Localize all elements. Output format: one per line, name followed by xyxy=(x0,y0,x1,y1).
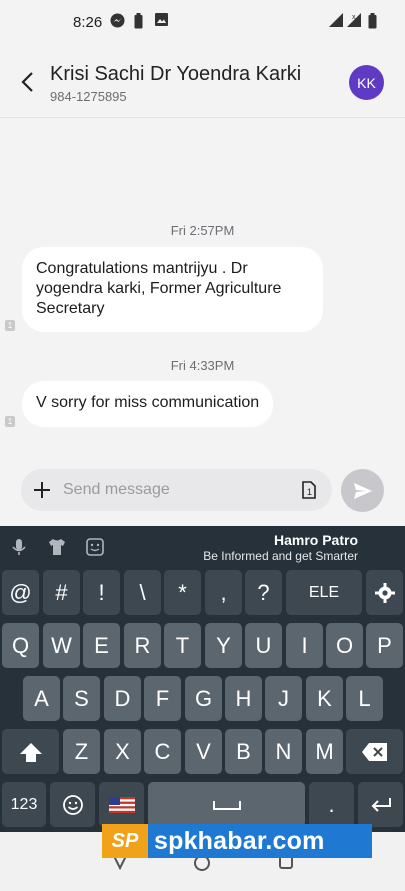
svg-text:1: 1 xyxy=(307,487,312,497)
svg-text:x: x xyxy=(352,14,356,21)
signal-icon xyxy=(329,13,343,27)
status-bar: 8:26 x xyxy=(0,0,405,44)
key-g[interactable]: G xyxy=(185,676,222,721)
space-bar-icon xyxy=(212,800,241,810)
key-r[interactable]: R xyxy=(124,623,161,668)
key-t[interactable]: T xyxy=(164,623,201,668)
sticker-icon[interactable] xyxy=(84,536,106,558)
send-button[interactable] xyxy=(341,469,384,512)
add-attachment-icon[interactable] xyxy=(31,479,53,501)
watermark-text: spkhabar.com xyxy=(154,826,325,855)
key-b[interactable]: B xyxy=(225,729,262,774)
language-key[interactable] xyxy=(99,782,144,827)
key-at[interactable]: @ xyxy=(2,570,39,615)
key-comma[interactable]: , xyxy=(205,570,242,615)
key-x[interactable]: X xyxy=(104,729,141,774)
us-flag-icon xyxy=(108,796,135,813)
key-j[interactable]: J xyxy=(265,676,302,721)
conversation-header: Krisi Sachi Dr Yoendra Karki 984-1275895… xyxy=(0,44,405,118)
compose-bar: 1 xyxy=(21,469,332,511)
key-c[interactable]: C xyxy=(144,729,181,774)
key-s[interactable]: S xyxy=(63,676,100,721)
key-l[interactable]: L xyxy=(346,676,383,721)
battery-saver-icon xyxy=(134,13,143,29)
numbers-key[interactable]: 123 xyxy=(2,782,46,827)
key-w[interactable]: W xyxy=(43,623,80,668)
key-ele-toggle[interactable]: ELE xyxy=(286,570,362,615)
key-i[interactable]: I xyxy=(286,623,323,668)
message-list[interactable]: Fri 2:57PM Congratulations mantrijyu . D… xyxy=(0,118,405,466)
message-timestamp: Fri 4:33PM xyxy=(170,358,235,373)
message-bubble[interactable]: Congratulations mantrijyu . Dr yogendra … xyxy=(22,247,323,332)
watermark-banner: SP spkhabar.com xyxy=(102,824,372,858)
emoji-key[interactable] xyxy=(50,782,95,827)
key-f[interactable]: F xyxy=(144,676,181,721)
key-exclamation[interactable]: ! xyxy=(83,570,120,615)
key-e[interactable]: E xyxy=(83,623,120,668)
enter-arrow-icon xyxy=(371,797,391,812)
key-d[interactable]: D xyxy=(104,676,141,721)
message-input[interactable] xyxy=(63,469,293,511)
key-k[interactable]: K xyxy=(306,676,343,721)
ad-subtitle[interactable]: Be Informed and get Smarter xyxy=(203,549,358,563)
keyboard-settings-key[interactable] xyxy=(366,570,403,615)
enter-key[interactable] xyxy=(358,782,403,827)
key-y[interactable]: Y xyxy=(205,623,242,668)
key-p[interactable]: P xyxy=(366,623,403,668)
back-arrow-icon[interactable] xyxy=(14,68,42,96)
key-asterisk[interactable]: * xyxy=(164,570,201,615)
key-backslash[interactable]: \ xyxy=(124,570,161,615)
microphone-icon[interactable] xyxy=(8,536,30,558)
sim-indicator-icon: 1 xyxy=(5,416,15,427)
key-u[interactable]: U xyxy=(245,623,282,668)
emoji-icon xyxy=(62,794,83,815)
backspace-key[interactable] xyxy=(346,729,403,774)
messenger-icon xyxy=(110,13,125,28)
theme-shirt-icon[interactable] xyxy=(46,536,68,558)
key-a[interactable]: A xyxy=(23,676,60,721)
contact-phone-number: 984-1275895 xyxy=(50,89,127,104)
key-m[interactable]: M xyxy=(306,729,343,774)
keyboard-toolbar: Hamro Patro Be Informed and get Smarter xyxy=(0,526,405,568)
key-z[interactable]: Z xyxy=(63,729,100,774)
key-hash[interactable]: # xyxy=(43,570,80,615)
key-o[interactable]: O xyxy=(326,623,363,668)
image-icon xyxy=(155,13,168,26)
contact-name: Krisi Sachi Dr Yoendra Karki xyxy=(50,63,302,85)
key-period[interactable]: . xyxy=(309,782,354,827)
shift-arrow-icon xyxy=(19,742,42,762)
key-q[interactable]: Q xyxy=(2,623,39,668)
key-n[interactable]: N xyxy=(265,729,302,774)
battery-icon xyxy=(368,13,377,29)
sim-indicator-icon: 1 xyxy=(5,320,15,331)
key-question[interactable]: ? xyxy=(245,570,282,615)
key-h[interactable]: H xyxy=(225,676,262,721)
gear-icon xyxy=(374,582,395,603)
watermark-logo: SP xyxy=(102,824,148,858)
status-time: 8:26 xyxy=(73,14,103,31)
ad-title[interactable]: Hamro Patro xyxy=(274,532,358,548)
contact-avatar[interactable]: KK xyxy=(349,65,384,100)
keyboard: Hamro Patro Be Informed and get Smarter … xyxy=(0,526,405,832)
backspace-icon xyxy=(361,742,387,761)
shift-key[interactable] xyxy=(2,729,59,774)
message-bubble[interactable]: V sorry for miss communication xyxy=(22,381,274,427)
send-icon xyxy=(353,482,372,499)
key-v[interactable]: V xyxy=(185,729,222,774)
sim-select-icon[interactable]: 1 xyxy=(299,480,319,500)
message-timestamp: Fri 2:57PM xyxy=(170,223,235,238)
signal-x-icon: x xyxy=(347,13,361,27)
space-key[interactable] xyxy=(148,782,305,827)
